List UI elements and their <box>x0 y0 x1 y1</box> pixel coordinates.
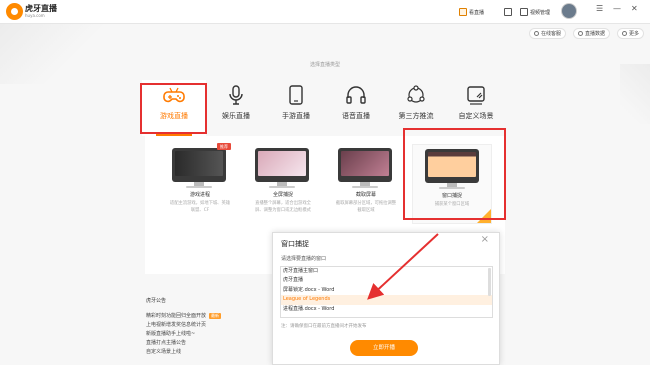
share-network-icon <box>407 85 425 103</box>
phone-icon <box>289 85 303 105</box>
window-list[interactable]: 虎牙直播主窗口 虎牙直播 屏幕锁定.docx - Word League of … <box>280 266 493 318</box>
video-icon <box>520 8 528 16</box>
dialog-title: 窗口捕捉 <box>281 240 309 248</box>
card-fullscreen-capture[interactable]: 全屏捕捉 直播整个屏幕，适合出游戏全屏、调整为窗口或无边框模式 <box>243 144 323 224</box>
video-mgmt-button[interactable]: 视频管理 <box>520 6 550 18</box>
video-mgmt-label: 视频管理 <box>530 9 551 16</box>
huya-logo-icon <box>6 3 23 20</box>
close-icon[interactable]: ✕ <box>631 5 638 13</box>
card-description: 适配主流游戏，如地下城、英雄联盟、CF <box>169 201 231 213</box>
more-button[interactable]: 更多 <box>617 28 645 39</box>
message-icon <box>504 8 512 16</box>
tab-label: 手游直播 <box>282 112 310 120</box>
play-icon <box>459 8 467 16</box>
tab-label: 娱乐直播 <box>222 112 250 120</box>
notice-item[interactable]: 直播打点主播公告 <box>146 339 186 346</box>
microphone-icon <box>229 85 243 105</box>
card-description: 直播整个屏幕，适合出游戏全屏、调整为窗口或无边框模式 <box>255 201 311 213</box>
start-live-button[interactable]: 立即开播 <box>350 340 418 356</box>
data-icon <box>578 31 583 36</box>
notice-title: 虎牙公告 <box>146 298 167 304</box>
recommend-badge: 推荐 <box>217 143 231 150</box>
tab-mobile-game-live[interactable]: 手游直播 <box>264 80 328 136</box>
card-title: 截取屏幕 <box>355 192 376 198</box>
headphones-icon <box>346 86 366 104</box>
notice-item[interactable]: 新版直播助手上线啦~ <box>146 330 195 337</box>
tab-label: 语音直播 <box>342 112 370 120</box>
monitor-icon <box>338 148 392 188</box>
section-title: 选择直播类型 <box>309 62 340 68</box>
support-icon <box>534 31 539 36</box>
data-label: 直播数据 <box>585 31 606 37</box>
card-screen-region[interactable]: 截取屏幕 截取屏幕部分区域，可拖拉调整截取区域 <box>326 144 406 224</box>
tab-label: 第三方推流 <box>398 112 434 120</box>
list-item[interactable]: 虎牙直播主窗口 <box>281 267 492 276</box>
card-title: 全屏捕捉 <box>272 192 293 198</box>
annotation-box <box>403 128 506 220</box>
scrollbar[interactable] <box>488 268 491 296</box>
notice-item[interactable]: 上电视新增发奖信息统计页 <box>146 321 206 328</box>
support-label: 在线客服 <box>541 31 562 37</box>
window-capture-dialog: 窗口捕捉 × 请选择要直播的窗口 虎牙直播主窗口 虎牙直播 屏幕锁定.docx … <box>272 232 500 365</box>
annotation-box <box>140 83 207 134</box>
watch-live-label: 看直播 <box>469 9 485 16</box>
live-data-button[interactable]: 直播数据 <box>573 28 611 39</box>
brand-url: huya.com <box>25 13 45 18</box>
decoration <box>620 64 650 124</box>
custom-scene-icon <box>467 86 485 105</box>
notice-item[interactable]: 自定义场景上线 <box>146 348 181 355</box>
tab-entertainment-live[interactable]: 娱乐直播 <box>204 80 268 136</box>
top-bar: 虎牙直播 huya.com 看直播 视频管理 ☰ — ✕ <box>0 0 650 24</box>
monitor-icon <box>172 148 226 188</box>
watch-live-button[interactable]: 看直播 <box>459 6 484 18</box>
menu-icon[interactable]: ☰ <box>596 5 603 13</box>
close-icon[interactable]: × <box>481 235 489 245</box>
more-icon <box>622 31 627 36</box>
online-support-button[interactable]: 在线客服 <box>529 28 567 39</box>
dialog-label: 请选择要直播的窗口 <box>281 256 327 262</box>
decoration <box>0 24 120 84</box>
notice-item[interactable]: 精彩时刻功能回归全面开放 最新 <box>146 312 222 319</box>
message-button[interactable] <box>504 6 512 18</box>
card-game-process[interactable]: 游戏进程 适配主流游戏，如地下城、英雄联盟、CF <box>160 144 240 224</box>
list-item-selected[interactable]: League of Legends <box>281 295 492 305</box>
card-title: 游戏进程 <box>189 192 210 198</box>
more-label: 更多 <box>629 31 640 37</box>
card-description: 截取屏幕部分区域，可拖拉调整截取区域 <box>335 201 397 213</box>
avatar[interactable] <box>561 3 577 19</box>
list-item[interactable]: 进程直播.docx - Word <box>281 305 492 314</box>
new-badge: 最新 <box>209 313 222 319</box>
list-item[interactable]: 屏幕锁定.docx - Word <box>281 286 492 295</box>
tab-label: 自定义场景 <box>458 112 494 120</box>
monitor-icon <box>255 148 309 188</box>
tab-voice-live[interactable]: 语音直播 <box>324 80 388 136</box>
minimize-icon[interactable]: — <box>613 5 621 13</box>
list-item[interactable]: 虎牙直播 <box>281 276 492 285</box>
dialog-hint: 注：请确保窗口在最前方直播间才开始发布 <box>281 324 367 329</box>
